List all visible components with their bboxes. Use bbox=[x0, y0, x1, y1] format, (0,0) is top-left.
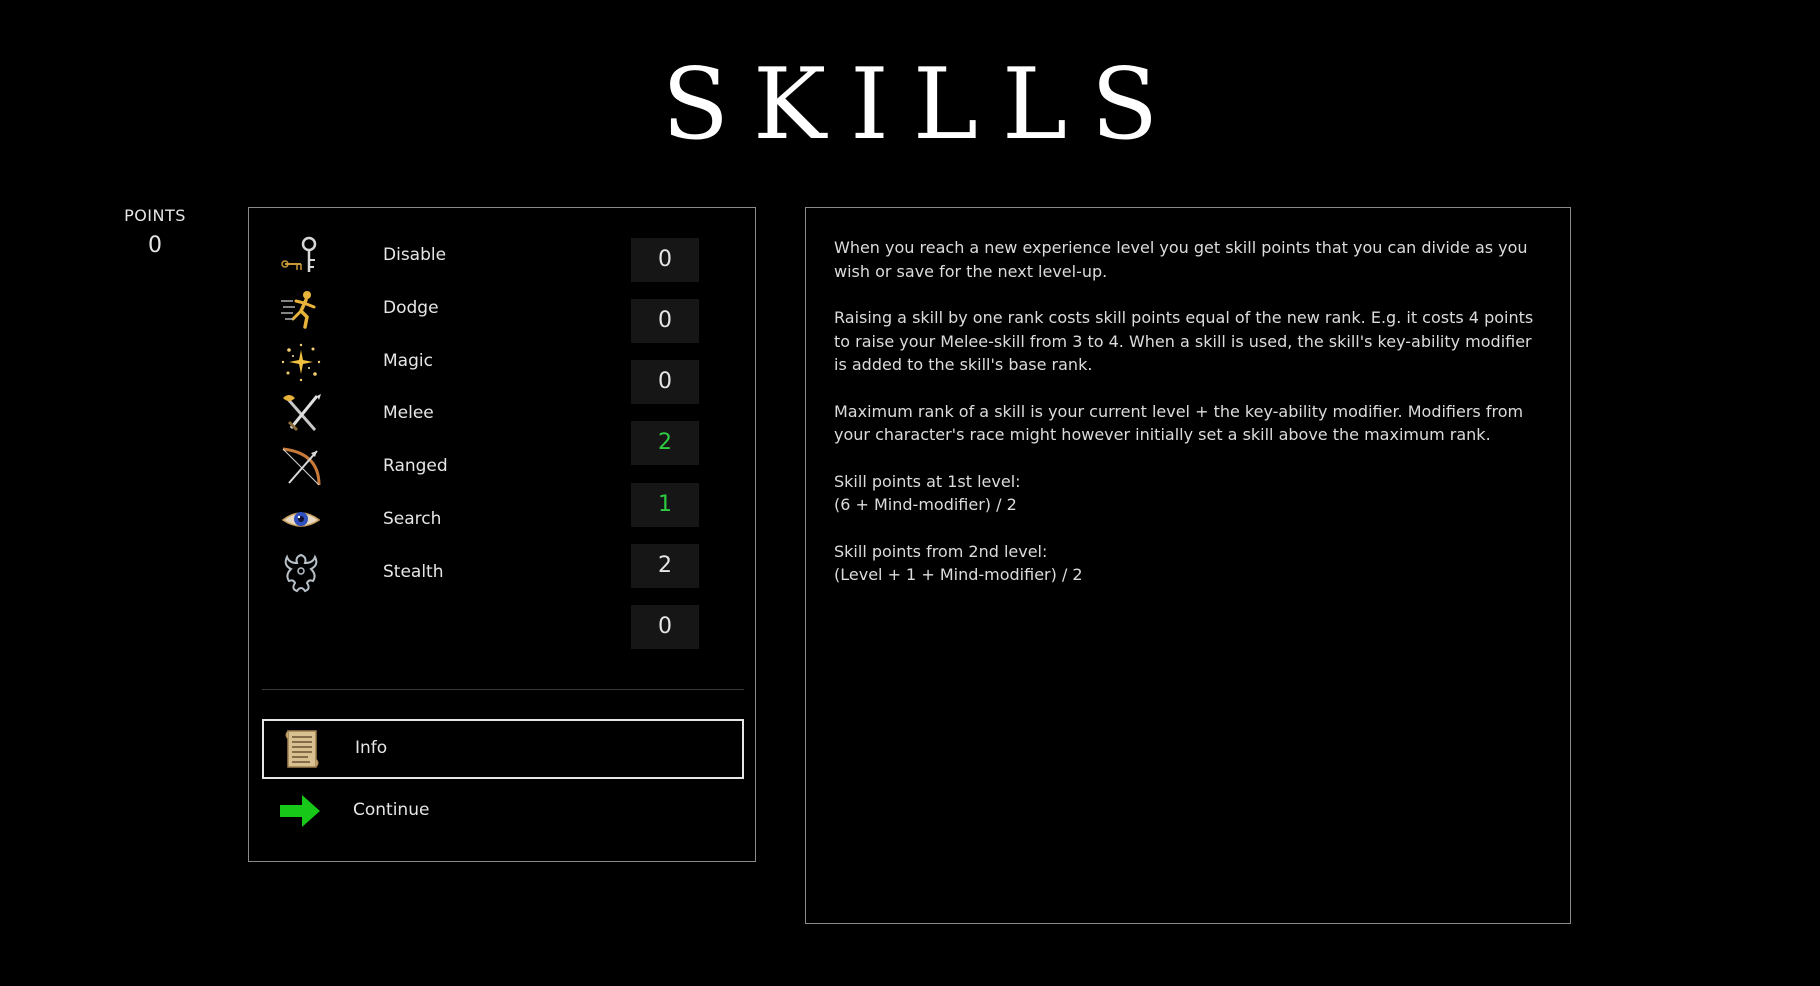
info-1st-level-heading: Skill points at 1st level: bbox=[834, 471, 1021, 491]
info-paragraph-2: Raising a skill by one rank costs skill … bbox=[834, 308, 1534, 374]
ranged-icon bbox=[279, 445, 323, 489]
skill-label-disable: Disable bbox=[383, 245, 447, 265]
skill-label-stealth: Stealth bbox=[383, 562, 444, 582]
info-button-label: Info bbox=[355, 738, 388, 758]
rank-box-search[interactable]: 2 bbox=[631, 544, 699, 588]
disable-icon bbox=[279, 234, 323, 278]
info-1st-level-formula: (6 + Mind-modifier) / 2 bbox=[834, 495, 1017, 514]
continue-button[interactable]: Continue bbox=[262, 781, 744, 841]
magic-icon bbox=[279, 340, 323, 384]
skills-screen: SKILLS POINTS 0 Disable Dodge Magic Mele… bbox=[0, 0, 1820, 986]
skill-label-melee: Melee bbox=[383, 403, 434, 423]
info-2nd-level-heading: Skill points from 2nd level: bbox=[834, 541, 1048, 561]
stealth-icon bbox=[279, 551, 323, 595]
points-display: POINTS 0 bbox=[100, 206, 210, 258]
points-value: 0 bbox=[148, 233, 162, 258]
scroll-icon bbox=[280, 727, 324, 771]
dodge-icon bbox=[279, 287, 323, 331]
rank-box-disable[interactable]: 0 bbox=[631, 238, 699, 282]
skill-label-dodge: Dodge bbox=[383, 298, 439, 318]
info-paragraph-3: Maximum rank of a skill is your current … bbox=[834, 401, 1524, 445]
rank-box-magic[interactable]: 0 bbox=[631, 360, 699, 404]
rank-box-stealth[interactable]: 0 bbox=[631, 605, 699, 649]
skill-label-ranged: Ranged bbox=[383, 456, 448, 476]
page-title: SKILLS bbox=[661, 48, 1183, 162]
green-arrow-icon bbox=[278, 789, 322, 833]
points-label: POINTS bbox=[124, 206, 186, 225]
skill-label-search: Search bbox=[383, 509, 442, 529]
search-icon bbox=[279, 498, 323, 542]
rank-box-ranged[interactable]: 1 bbox=[631, 483, 699, 527]
melee-icon bbox=[279, 392, 323, 436]
info-button[interactable]: Info bbox=[262, 719, 744, 779]
continue-button-label: Continue bbox=[353, 800, 430, 820]
skill-label-magic: Magic bbox=[383, 351, 433, 371]
rank-box-dodge[interactable]: 0 bbox=[631, 299, 699, 343]
info-panel: When you reach a new experience level yo… bbox=[805, 207, 1571, 924]
rank-box-melee[interactable]: 2 bbox=[631, 421, 699, 465]
info-paragraph-4: Skill points at 1st level: (6 + Mind-mod… bbox=[834, 470, 1542, 517]
panel-divider bbox=[262, 689, 744, 690]
info-paragraph-5: Skill points from 2nd level: (Level + 1 … bbox=[834, 540, 1542, 587]
info-paragraph-1: When you reach a new experience level yo… bbox=[834, 238, 1528, 281]
info-2nd-level-formula: (Level + 1 + Mind-modifier) / 2 bbox=[834, 565, 1083, 584]
